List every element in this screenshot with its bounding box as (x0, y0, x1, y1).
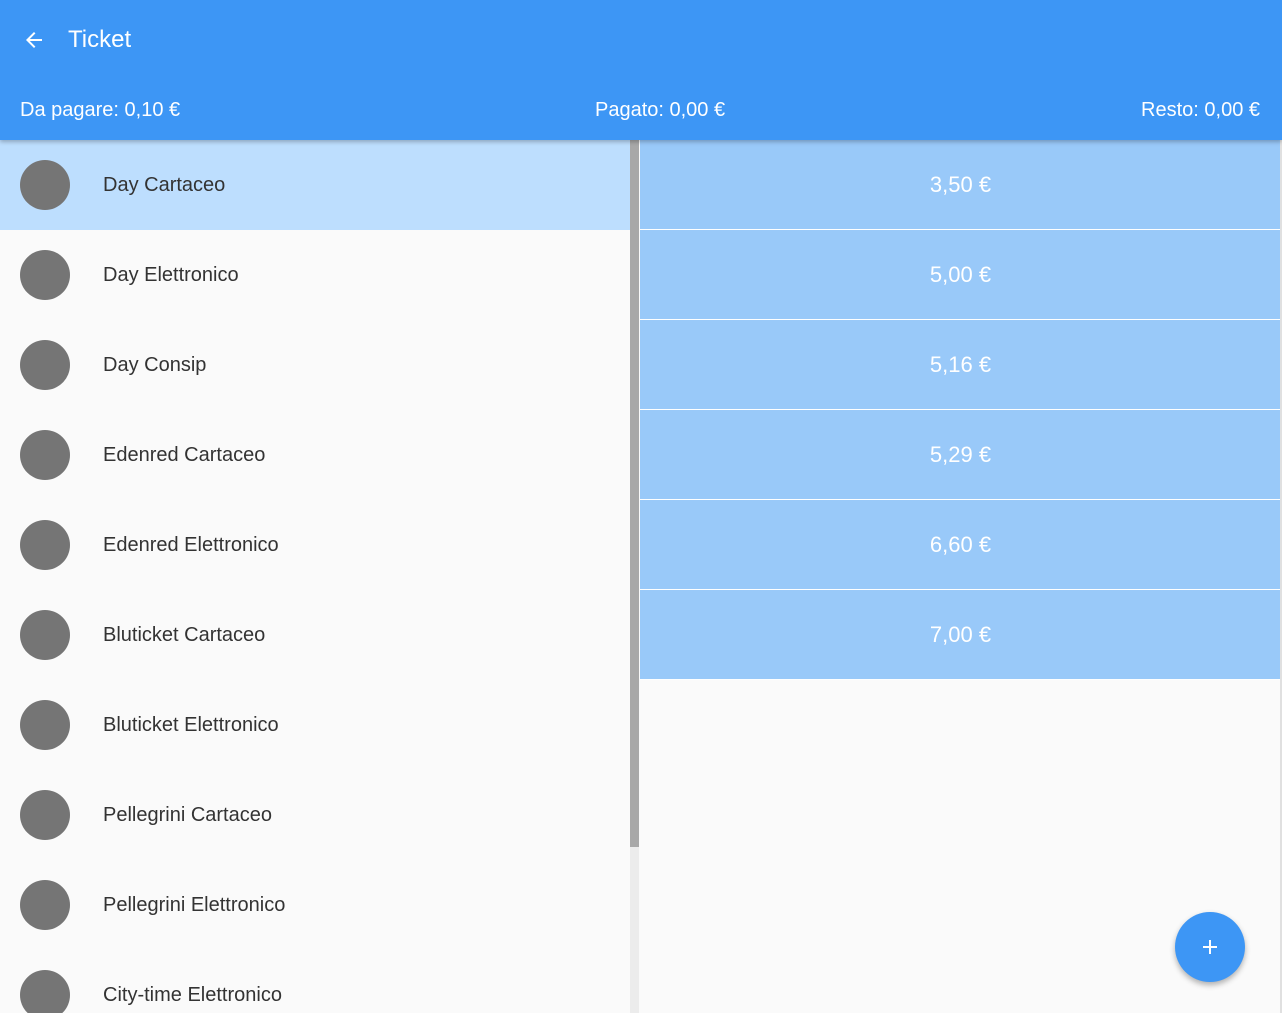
page-title: Ticket (68, 26, 132, 53)
list-item-label: Pellegrini Cartaceo (103, 804, 272, 826)
amount-due: Da pagare: 0,10 € (20, 99, 181, 121)
list-item[interactable]: Day Consip (0, 320, 630, 410)
avatar (20, 610, 70, 660)
avatar (20, 520, 70, 570)
list-item[interactable]: Bluticket Cartaceo (0, 590, 630, 680)
avatar (20, 880, 70, 930)
list-item-label: Edenred Elettronico (103, 534, 279, 556)
app-bar: Ticket Da pagare: 0,10 € Pagato: 0,00 € … (0, 0, 1282, 140)
value-item[interactable]: 5,29 € (640, 410, 1281, 500)
list-item-label: Bluticket Cartaceo (103, 624, 266, 646)
list-item-label: Pellegrini Elettronico (103, 894, 286, 916)
arrow-left-icon (26, 32, 42, 48)
list-item[interactable]: Day Cartaceo (0, 140, 630, 230)
add-button[interactable] (1175, 912, 1245, 982)
list-item-label: Day Elettronico (103, 264, 239, 286)
value-item[interactable]: 7,00 € (640, 590, 1281, 680)
avatar (20, 430, 70, 480)
back-button[interactable] (16, 22, 52, 58)
ticket-type-list: Day Cartaceo Day Elettronico Day Consip … (0, 140, 630, 1013)
list-item[interactable]: Edenred Cartaceo (0, 410, 630, 500)
avatar (20, 250, 70, 300)
list-item[interactable]: Bluticket Elettronico (0, 680, 630, 770)
value-item[interactable]: 3,50 € (640, 140, 1281, 230)
list-item[interactable]: City-time Elettronico (0, 950, 630, 1013)
value-item[interactable]: 5,16 € (640, 320, 1281, 410)
ticket-value-list: 3,50 € 5,00 € 5,16 € 5,29 € 6,60 € 7,00 … (639, 140, 1282, 1013)
list-item-label: Day Consip (103, 354, 207, 376)
list-item[interactable]: Edenred Elettronico (0, 500, 630, 590)
list-item[interactable]: Day Elettronico (0, 230, 630, 320)
plus-icon (1203, 940, 1217, 954)
amount-paid: Pagato: 0,00 € (595, 99, 726, 121)
list-scrollbar[interactable] (630, 140, 639, 1013)
list-item[interactable]: Pellegrini Cartaceo (0, 770, 630, 860)
list-item-label: City-time Elettronico (103, 984, 282, 1006)
amount-change: Resto: 0,00 € (1141, 99, 1260, 121)
value-item[interactable]: 6,60 € (640, 500, 1281, 590)
list-item-label: Edenred Cartaceo (103, 444, 266, 466)
avatar (20, 790, 70, 840)
list-item-label: Day Cartaceo (103, 174, 226, 196)
list-item[interactable]: Pellegrini Elettronico (0, 860, 630, 950)
list-item-label: Bluticket Elettronico (103, 714, 279, 736)
avatar (20, 340, 70, 390)
avatar (20, 700, 70, 750)
avatar (20, 970, 70, 1013)
scrollbar-thumb[interactable] (630, 140, 639, 847)
avatar (20, 160, 70, 210)
value-item[interactable]: 5,00 € (640, 230, 1281, 320)
